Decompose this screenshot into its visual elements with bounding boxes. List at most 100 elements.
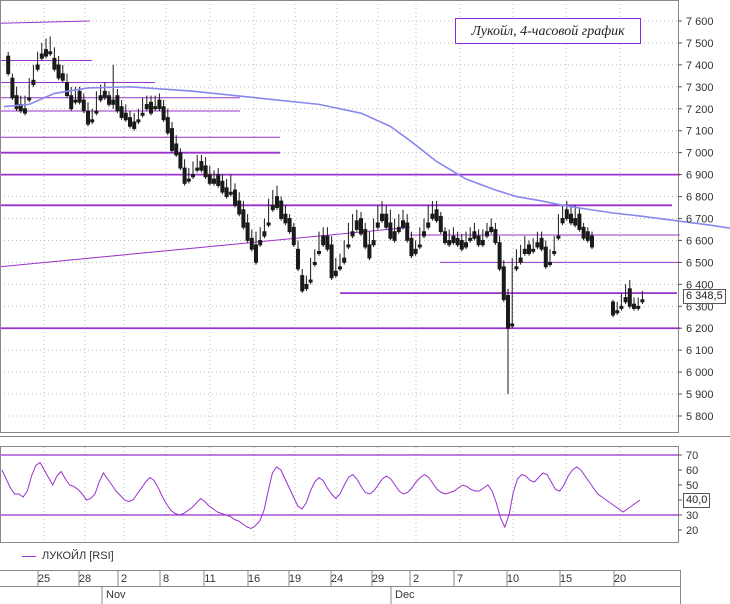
candle-body xyxy=(472,231,477,239)
candle-body xyxy=(283,213,288,224)
candle-body xyxy=(203,165,208,178)
candle-body xyxy=(358,218,363,235)
candle-body xyxy=(174,143,179,156)
candle-body xyxy=(262,231,267,237)
date-tick-label: 8 xyxy=(163,573,169,585)
price-tick-label: 7 300 xyxy=(686,82,714,94)
candle-body xyxy=(35,64,40,70)
candle-body xyxy=(224,187,229,197)
candle-body xyxy=(178,152,183,169)
candle-body xyxy=(98,95,103,101)
candle-body xyxy=(371,240,376,246)
chart-title: Лукойл, 4-часовой график xyxy=(455,18,641,44)
candle-body xyxy=(535,242,540,248)
panel-frames xyxy=(0,0,730,604)
candle-body xyxy=(132,121,137,129)
candle-body xyxy=(27,97,32,101)
candle-body xyxy=(489,226,494,233)
candle-body xyxy=(342,257,347,263)
candle-body xyxy=(190,174,195,178)
candle-body xyxy=(468,237,473,241)
date-tick-label: 15 xyxy=(560,573,572,585)
candle-body xyxy=(560,218,565,224)
candle-body xyxy=(430,213,435,219)
candle-body xyxy=(10,77,15,99)
candle-body xyxy=(241,209,246,228)
month-label: Dec xyxy=(395,589,415,601)
candle-body xyxy=(577,213,582,230)
candle-body xyxy=(270,204,275,211)
price-axis-labels: 7 600 7 500 7 400 7 300 7 200 7 100 7 000 6 900… xyxy=(678,16,714,423)
candle-body xyxy=(182,167,187,184)
candle-body xyxy=(455,237,460,246)
candle-body xyxy=(44,49,49,57)
candle-body xyxy=(321,235,326,246)
candle-body xyxy=(451,235,456,244)
price-tick-label: 6 900 xyxy=(686,170,714,182)
date-tick-label: 7 xyxy=(457,573,463,585)
candle-body xyxy=(211,178,216,184)
candle-body xyxy=(548,261,553,265)
price-tick-label: 6 000 xyxy=(686,367,714,379)
date-tick-label: 29 xyxy=(372,573,384,585)
date-tick-label: 20 xyxy=(614,573,626,585)
candle-body xyxy=(127,117,132,127)
candle-body xyxy=(81,99,86,112)
candle-body xyxy=(228,191,233,195)
rsi-value-readout: 40,0 xyxy=(683,493,711,508)
candle-body xyxy=(274,196,279,208)
candle-body xyxy=(463,242,468,248)
candle-body xyxy=(337,266,342,270)
price-tick-label: 7 200 xyxy=(686,104,714,116)
chart-canvas: 7 600 7 500 7 400 7 300 7 200 7 100 7 000 6 900… xyxy=(0,0,730,604)
candle-body xyxy=(258,240,263,246)
candle-body xyxy=(220,180,225,193)
candle-body xyxy=(107,95,112,105)
candle-body xyxy=(518,257,523,263)
candle-body xyxy=(291,226,296,246)
candle-body xyxy=(136,119,141,123)
candle-body xyxy=(527,244,532,255)
candle-body xyxy=(459,240,464,250)
candle-body xyxy=(300,275,305,292)
price-tick-label: 6 100 xyxy=(686,345,714,357)
candlestick-series xyxy=(6,36,645,395)
candle-body xyxy=(148,101,153,114)
candle-body xyxy=(434,209,439,222)
rsi-tick-label: 20 xyxy=(686,525,698,537)
candle-body xyxy=(619,305,624,309)
date-tick-label: 10 xyxy=(507,573,519,585)
date-tick-label: 2 xyxy=(121,573,127,585)
candle-body xyxy=(413,248,418,255)
candle-body xyxy=(442,231,447,244)
price-tick-label: 5 800 xyxy=(686,411,714,423)
candle-body xyxy=(52,57,57,70)
date-tick-label: 2 xyxy=(413,573,419,585)
candle-body xyxy=(497,242,502,270)
candle-body xyxy=(111,99,116,105)
candle-body xyxy=(417,244,422,248)
candle-body xyxy=(295,248,300,270)
candle-body xyxy=(590,235,595,248)
candle-body xyxy=(157,99,162,110)
candle-body xyxy=(161,106,166,121)
candle-body xyxy=(531,248,536,252)
candle-body xyxy=(480,240,485,246)
candle-body xyxy=(165,117,170,134)
candle-body xyxy=(102,90,107,99)
rsi-tick-label: 30 xyxy=(686,510,698,522)
candle-body xyxy=(153,106,158,110)
price-tick-label: 6 200 xyxy=(686,323,714,335)
candle-body xyxy=(308,279,313,283)
candle-body xyxy=(90,119,95,123)
candle-body xyxy=(388,222,393,239)
candle-body xyxy=(39,53,44,59)
candle-body xyxy=(400,220,405,228)
candle-body xyxy=(232,189,237,206)
candle-body xyxy=(522,248,527,255)
candle-body xyxy=(22,108,27,114)
candle-body xyxy=(569,213,574,224)
candle-body xyxy=(379,213,384,222)
candle-body xyxy=(333,270,338,276)
candle-body xyxy=(573,218,578,226)
